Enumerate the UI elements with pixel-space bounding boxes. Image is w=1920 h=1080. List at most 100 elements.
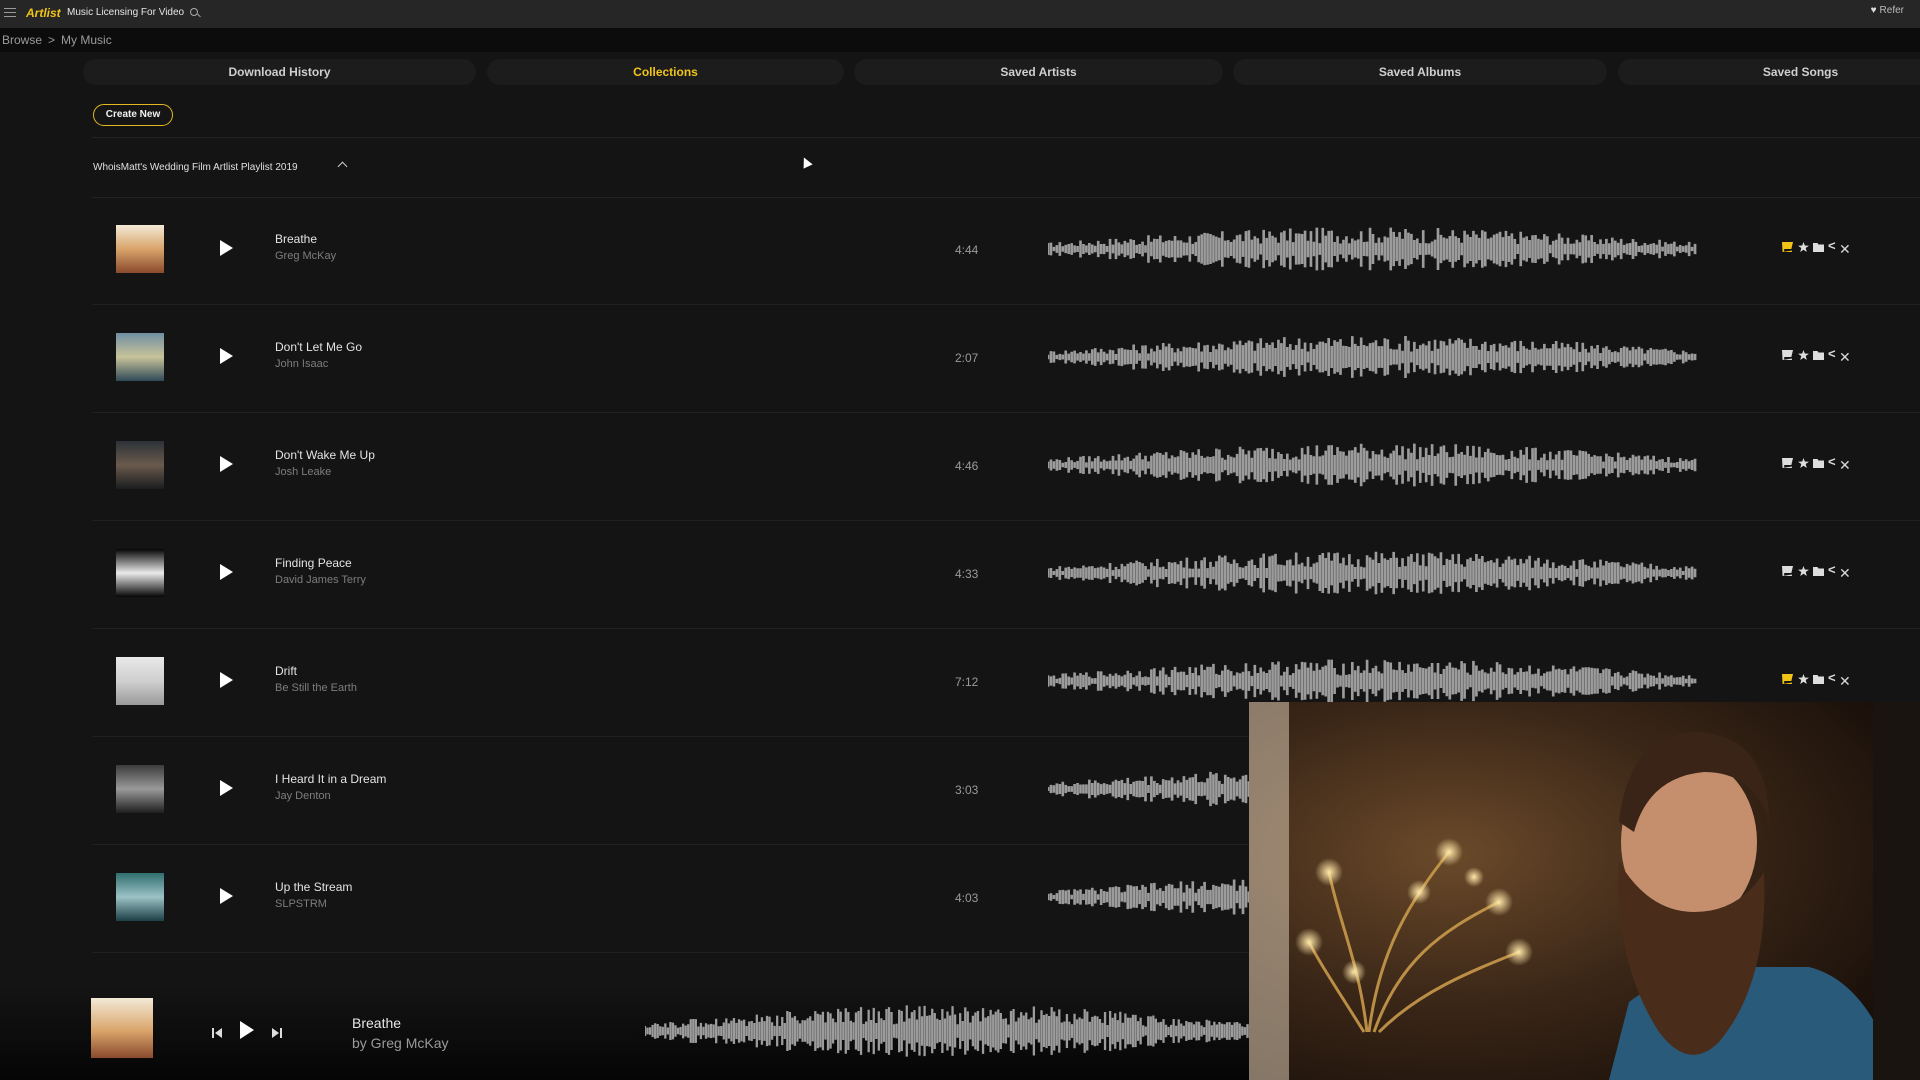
play-icon[interactable] [220, 780, 233, 796]
breadcrumb-bar: Browse > My Music [0, 28, 1920, 52]
star-icon[interactable] [1798, 458, 1809, 468]
divider [92, 137, 1920, 138]
remove-icon[interactable]: ✕ [1839, 457, 1851, 474]
next-icon[interactable] [272, 1025, 282, 1038]
tab-saved-albums[interactable]: Saved Albums [1233, 59, 1607, 85]
share-icon[interactable] [1828, 562, 1839, 577]
track-title[interactable]: Finding Peace [275, 556, 352, 570]
track-cover [116, 549, 164, 597]
track-artist[interactable]: John Isaac [275, 358, 328, 370]
refer-link[interactable]: ♥ Refer [1871, 5, 1904, 16]
track-artist[interactable]: SLPSTRM [275, 898, 327, 910]
track-title[interactable]: Don't Let Me Go [275, 340, 362, 354]
track-waveform[interactable] [1048, 439, 1698, 491]
track-cover [116, 225, 164, 273]
remove-icon[interactable]: ✕ [1839, 565, 1851, 582]
track-title[interactable]: Up the Stream [275, 880, 352, 894]
track-duration: 3:03 [955, 783, 979, 797]
track-title[interactable]: I Heard It in a Dream [275, 772, 386, 786]
play-icon[interactable] [220, 888, 233, 904]
share-icon[interactable] [1828, 454, 1839, 469]
previous-icon[interactable] [212, 1025, 222, 1038]
refer-label: Refer [1879, 5, 1904, 16]
webcam-overlay [1249, 702, 1920, 1080]
now-playing-cover [91, 998, 153, 1058]
track-duration: 4:33 [955, 567, 979, 581]
track-artist[interactable]: Jay Denton [275, 790, 331, 802]
remove-icon[interactable]: ✕ [1839, 673, 1851, 690]
cart-icon[interactable] [1782, 458, 1793, 468]
folder-icon[interactable] [1813, 459, 1824, 468]
now-playing-title: Breathe [352, 1015, 402, 1031]
chevron-up-icon[interactable] [337, 161, 348, 172]
star-icon[interactable] [1798, 242, 1809, 252]
play-icon[interactable] [220, 672, 233, 688]
track-duration: 7:12 [955, 675, 979, 689]
cart-icon[interactable] [1782, 350, 1793, 360]
tab-download-history[interactable]: Download History [83, 59, 476, 85]
tab-saved-artists[interactable]: Saved Artists [854, 59, 1223, 85]
track-duration: 4:46 [955, 459, 979, 473]
star-icon[interactable] [1798, 566, 1809, 576]
track-waveform[interactable] [1048, 547, 1698, 599]
play-icon[interactable] [220, 240, 233, 256]
track-cover [116, 333, 164, 381]
folder-icon[interactable] [1813, 243, 1824, 252]
track-title[interactable]: Don't Wake Me Up [275, 448, 375, 462]
search-icon[interactable] [190, 8, 198, 16]
playlist-title[interactable]: WhoisMatt's Wedding Film Artlist Playlis… [93, 162, 298, 173]
track-waveform[interactable] [1048, 331, 1698, 383]
track-title[interactable]: Drift [275, 664, 297, 678]
breadcrumb-browse[interactable]: Browse [2, 33, 42, 47]
cart-icon[interactable] [1782, 566, 1793, 576]
player-waveform[interactable] [645, 1000, 1255, 1062]
track-duration: 4:44 [955, 243, 979, 257]
track-artist[interactable]: David James Terry [275, 574, 366, 586]
star-icon[interactable] [1798, 674, 1809, 684]
track-cover [116, 441, 164, 489]
create-new-button[interactable]: Create New [93, 104, 173, 126]
cart-icon[interactable] [1782, 674, 1793, 684]
track-row[interactable]: Breathe Greg McKay 4:44 ✕ [92, 197, 1920, 305]
mouse-cursor [799, 155, 813, 169]
breadcrumb: Browse > My Music [2, 33, 118, 47]
track-artist[interactable]: Be Still the Earth [275, 682, 357, 694]
play-icon[interactable] [220, 564, 233, 580]
track-cover [116, 765, 164, 813]
share-icon[interactable] [1828, 670, 1839, 685]
remove-icon[interactable]: ✕ [1839, 241, 1851, 258]
cart-icon[interactable] [1782, 242, 1793, 252]
tab-collections[interactable]: Collections [487, 59, 844, 85]
tab-saved-songs[interactable]: Saved Songs [1618, 59, 1920, 85]
site-title: Music Licensing For Video [67, 7, 185, 18]
share-icon[interactable] [1828, 346, 1839, 361]
hamburger-menu-icon[interactable] [4, 8, 16, 18]
folder-icon[interactable] [1813, 351, 1824, 360]
play-icon[interactable] [220, 456, 233, 472]
breadcrumb-my-music[interactable]: My Music [61, 33, 112, 47]
share-icon[interactable] [1828, 238, 1839, 253]
star-icon[interactable] [1798, 350, 1809, 360]
folder-icon[interactable] [1813, 567, 1824, 576]
breadcrumb-separator: > [48, 33, 56, 47]
brand-logo[interactable]: Artlist [26, 6, 61, 20]
track-waveform[interactable] [1048, 223, 1698, 275]
now-playing-artist: by Greg McKay [352, 1035, 449, 1051]
track-cover [116, 657, 164, 705]
track-row[interactable]: Don't Wake Me Up Josh Leake 4:46 ✕ [92, 413, 1920, 521]
track-duration: 2:07 [955, 351, 979, 365]
track-duration: 4:03 [955, 891, 979, 905]
remove-icon[interactable]: ✕ [1839, 349, 1851, 366]
track-row[interactable]: Finding Peace David James Terry 4:33 ✕ [92, 521, 1920, 629]
track-artist[interactable]: Josh Leake [275, 466, 331, 478]
track-row[interactable]: Don't Let Me Go John Isaac 2:07 ✕ [92, 305, 1920, 413]
folder-icon[interactable] [1813, 675, 1824, 684]
track-title[interactable]: Breathe [275, 232, 317, 246]
track-cover [116, 873, 164, 921]
heart-icon: ♥ [1870, 5, 1877, 16]
play-button[interactable] [240, 1021, 254, 1039]
track-waveform[interactable] [1048, 655, 1698, 707]
top-bar: Artlist Music Licensing For Video ♥ Refer [0, 0, 1920, 28]
track-artist[interactable]: Greg McKay [275, 250, 336, 262]
play-icon[interactable] [220, 348, 233, 364]
